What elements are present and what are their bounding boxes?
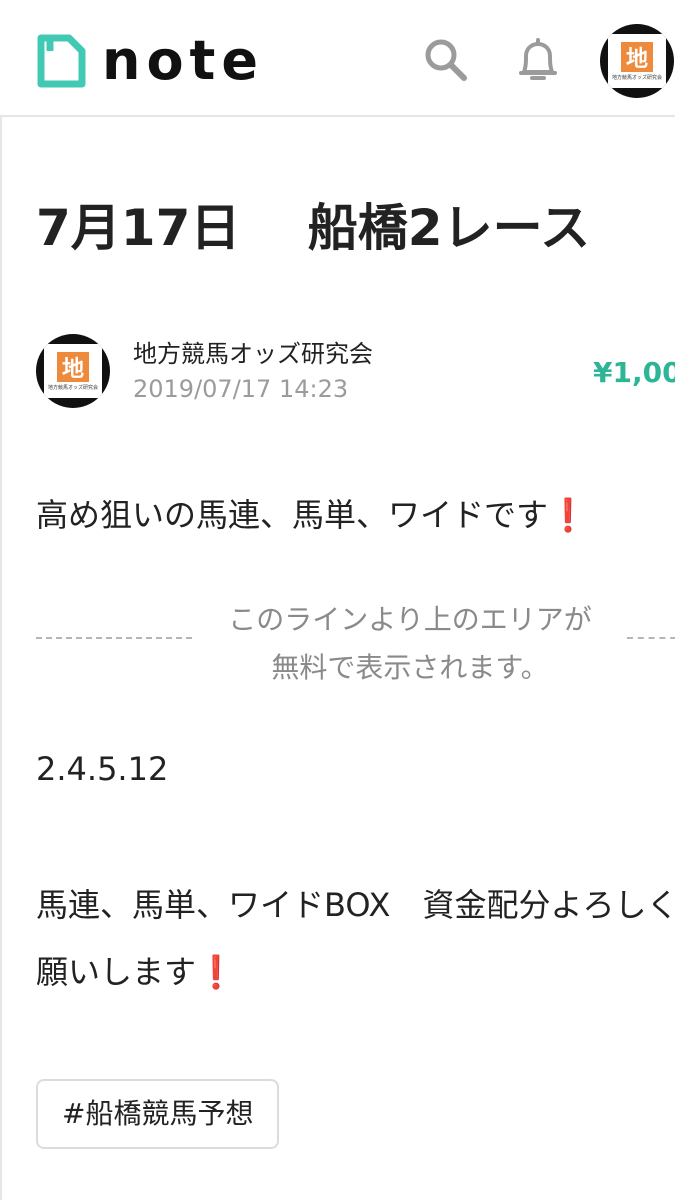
logo-text: note xyxy=(102,29,264,92)
bell-icon[interactable] xyxy=(516,36,560,84)
avatar-caption: 地方競馬オッズ研究会 xyxy=(611,74,662,81)
body-text-line3b: 願いします❗ xyxy=(36,953,236,991)
author-avatar[interactable]: 地 地方競馬オッズ研究会 xyxy=(36,334,110,408)
search-icon[interactable] xyxy=(423,36,467,84)
exclamation-icon: ❗ xyxy=(548,496,588,534)
note-logo[interactable]: note xyxy=(36,34,264,88)
author-name[interactable]: 地方競馬オッズ研究会 xyxy=(133,334,373,369)
body-text-line1: 高め狙いの馬連、馬単、ワイドです❗ xyxy=(36,496,588,534)
user-avatar[interactable]: 地 地方競馬オッズ研究会 xyxy=(600,24,674,98)
body-text-line3a: 馬連、馬単、ワイドBOX 資金配分よろしくお xyxy=(36,886,675,924)
author-avatar-logo: 地 xyxy=(57,351,89,382)
paywall-notice: このラインより上のエリアが 無料で表示されます。 xyxy=(228,603,592,684)
hashtag-tag[interactable]: #船橋競馬予想 xyxy=(36,1079,280,1149)
post-date: 2019/07/17 14:23 xyxy=(133,375,349,403)
author-avatar-caption: 地方競馬オッズ研究会 xyxy=(47,384,98,391)
left-divider xyxy=(0,117,2,1200)
article-title: 7月17日 船橋2レース xyxy=(36,199,591,257)
price-label: ¥1,000 xyxy=(593,356,675,389)
exclamation-icon: ❗ xyxy=(196,953,236,991)
avatar-logo: 地 xyxy=(621,41,653,72)
note-logo-icon xyxy=(37,34,86,88)
top-header: note 地 地方競馬オッズ研究会 xyxy=(0,0,675,117)
body-text-numbers: 2.4.5.12 xyxy=(36,750,169,788)
paywall-divider-left xyxy=(36,637,192,639)
article-page: note 地 地方競馬オッズ研究会 7月17日 船橋2レース 地 地方競馬オッズ… xyxy=(0,0,675,1200)
paywall-divider-right xyxy=(627,637,675,639)
